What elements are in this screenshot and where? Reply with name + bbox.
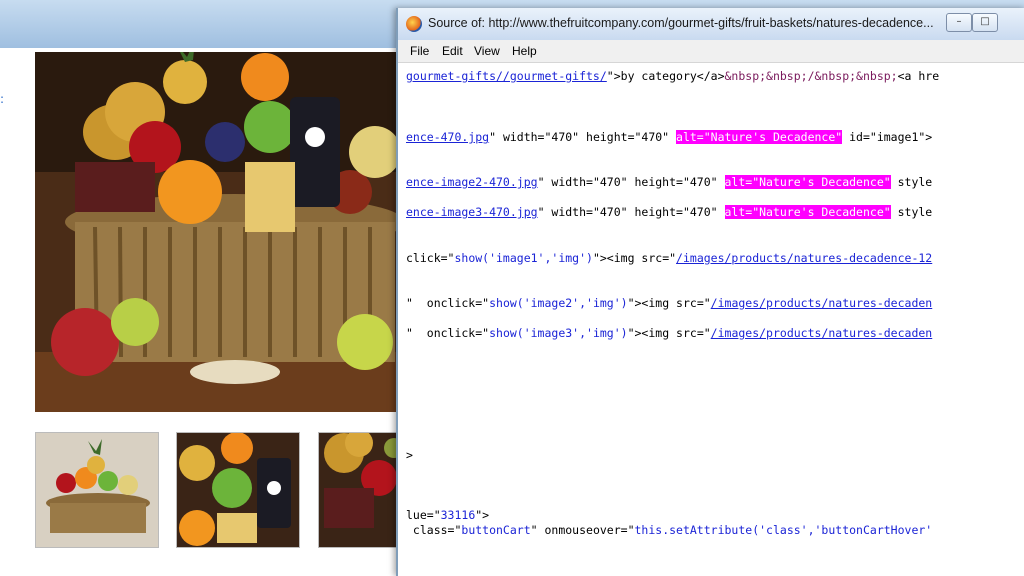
menu-view[interactable]: View bbox=[474, 44, 500, 58]
source-text: style bbox=[890, 205, 933, 219]
source-text: "><img src=" bbox=[627, 296, 711, 310]
source-line-8: > bbox=[406, 448, 413, 462]
search-highlight: alt="Nature's Decadence" bbox=[676, 130, 843, 144]
source-text: "><img src=" bbox=[592, 251, 677, 265]
view-source-window: Source of: http://www.thefruitcompany.co… bbox=[396, 8, 1024, 576]
source-string: show('image3','img') bbox=[489, 326, 628, 340]
source-text: class=" bbox=[406, 523, 462, 537]
source-text: " width="470" height="470" bbox=[537, 175, 725, 189]
maximize-button[interactable]: □ bbox=[972, 13, 998, 32]
menu-file[interactable]: File bbox=[410, 44, 429, 58]
thumbnail-1-illustration bbox=[36, 433, 158, 547]
source-line-1: gourmet-gifts//gourmet-gifts/">by catego… bbox=[406, 69, 939, 83]
source-text: lue=" bbox=[406, 508, 441, 522]
source-link[interactable]: ence-470.jpg bbox=[406, 130, 489, 144]
thumbnail-2-illustration bbox=[177, 433, 299, 547]
source-line-6: " onclick="show('image2','img')"><img sr… bbox=[406, 296, 932, 310]
firefox-icon bbox=[406, 16, 422, 32]
window-title: Source of: http://www.thefruitcompany.co… bbox=[428, 16, 934, 30]
source-entity: &nbsp;&nbsp;/&nbsp;&nbsp; bbox=[724, 69, 898, 83]
menu-bar: File Edit View Help bbox=[398, 40, 1024, 63]
source-string: this.setAttribute('class','buttonCartHov… bbox=[634, 523, 933, 537]
source-string: show('image1','img') bbox=[454, 251, 593, 265]
source-string: 33116 bbox=[440, 508, 476, 522]
source-text: " onmouseover=" bbox=[530, 523, 635, 537]
menu-edit[interactable]: Edit bbox=[442, 44, 463, 58]
source-line-9: lue="33116"> bbox=[406, 508, 489, 522]
product-main-image[interactable] bbox=[35, 52, 400, 412]
minimize-button[interactable]: – bbox=[946, 13, 972, 32]
source-text: " onclick=" bbox=[406, 296, 490, 310]
source-line-5: click="show('image1','img')"><img src="/… bbox=[406, 251, 932, 265]
source-line-4: ence-image3-470.jpg" width="470" height=… bbox=[406, 205, 932, 219]
source-link[interactable]: ence-image2-470.jpg bbox=[406, 175, 538, 189]
fruit-basket-illustration bbox=[35, 52, 400, 412]
source-text: <a hre bbox=[897, 69, 940, 83]
source-text: " onclick=" bbox=[406, 326, 490, 340]
product-thumbnail-2[interactable] bbox=[176, 432, 300, 548]
partial-link-edge[interactable]: : bbox=[0, 92, 4, 106]
window-titlebar[interactable]: Source of: http://www.thefruitcompany.co… bbox=[398, 8, 1024, 41]
source-line-10: class="buttonCart" onmouseover="this.set… bbox=[406, 523, 932, 537]
source-link[interactable]: ence-image3-470.jpg bbox=[406, 205, 538, 219]
source-text: " width="470" height="470" bbox=[489, 130, 677, 144]
source-string: buttonCart bbox=[461, 523, 531, 537]
source-line-3: ence-image2-470.jpg" width="470" height=… bbox=[406, 175, 932, 189]
source-line-7: " onclick="show('image3','img')"><img sr… bbox=[406, 326, 932, 340]
source-text: "><img src=" bbox=[627, 326, 711, 340]
source-link[interactable]: /images/products/natures-decadence-12 bbox=[676, 251, 932, 265]
source-text: ">by category</a> bbox=[606, 69, 725, 83]
search-highlight: alt="Nature's Decadence" bbox=[724, 175, 891, 189]
source-string: show('image2','img') bbox=[489, 296, 628, 310]
source-link[interactable]: /images/products/natures-decaden bbox=[711, 296, 933, 310]
source-line-2: ence-470.jpg" width="470" height="470" a… bbox=[406, 130, 932, 144]
product-thumbnail-1[interactable] bbox=[35, 432, 159, 548]
source-text: "> bbox=[475, 508, 490, 522]
source-text: style bbox=[890, 175, 933, 189]
search-highlight: alt="Nature's Decadence" bbox=[724, 205, 891, 219]
menu-help[interactable]: Help bbox=[512, 44, 537, 58]
source-text: click=" bbox=[406, 251, 455, 265]
source-link[interactable]: /images/products/natures-decaden bbox=[711, 326, 933, 340]
source-link[interactable]: gourmet-gifts//gourmet-gifts/ bbox=[406, 69, 607, 83]
source-text: " width="470" height="470" bbox=[537, 205, 725, 219]
source-text: id="image1"> bbox=[842, 130, 933, 144]
